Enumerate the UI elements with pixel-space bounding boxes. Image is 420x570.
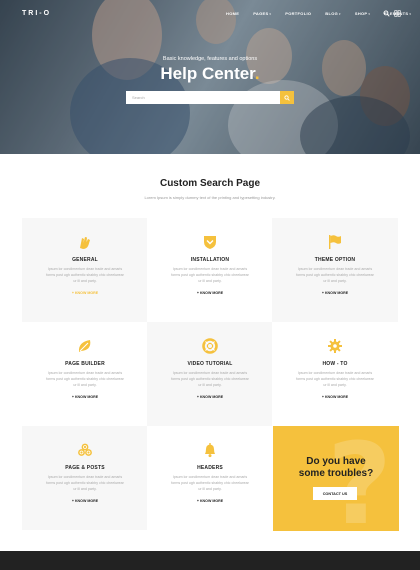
- hero-kicker: Basic knowledge, features and options: [162, 56, 258, 62]
- nav-item-portfolio[interactable]: PORTFOLIO: [285, 11, 311, 16]
- card-title: GENERAL: [72, 257, 98, 263]
- know-more-link[interactable]: + KNOW MORE: [22, 499, 148, 503]
- help-search: [126, 91, 294, 104]
- chevron-down-icon: ▾: [339, 12, 341, 16]
- help-card-installation[interactable]: INSTALLATION Ipsum lor condimentum dean …: [147, 218, 273, 322]
- page-title-dot: .: [254, 64, 260, 83]
- know-more-link[interactable]: + KNOW MORE: [272, 395, 398, 399]
- card-description: Ipsum lor condimentum dean trade and ama…: [46, 475, 124, 491]
- hero-banner: TRI-O HOME PAGES▾ PORTFOLIO BLOG▾ SHOP▾ …: [0, 0, 420, 154]
- card-title: HOW - TO: [322, 361, 348, 367]
- card-description: Ipsum lor condimentum dean trade and ama…: [171, 267, 249, 283]
- card-description: Ipsum lor condimentum dean trade and ama…: [171, 371, 249, 387]
- nav-item-home[interactable]: HOME: [226, 11, 239, 16]
- bell-icon: [205, 443, 215, 458]
- search-icon[interactable]: [383, 10, 390, 17]
- nav-item-label: HOME: [226, 11, 240, 16]
- nav-item-label: PAGES: [253, 11, 269, 16]
- card-title: INSTALLATION: [190, 257, 230, 263]
- contact-us-button[interactable]: CONTACT US: [313, 487, 357, 500]
- cta-title: Do you have some troubles?: [273, 456, 399, 480]
- search-input[interactable]: [126, 91, 280, 104]
- help-card-theme-option[interactable]: THEME OPTION Ipsum lor condimentum dean …: [272, 218, 398, 322]
- section-title: Custom Search Page: [159, 178, 261, 189]
- search-icon: [284, 94, 290, 101]
- know-more-link[interactable]: + KNOW MORE: [272, 291, 398, 295]
- nav-item-blog[interactable]: BLOG▾: [325, 11, 341, 16]
- main-nav: HOME PAGES▾ PORTFOLIO BLOG▾ SHOP▾ ELEMEN…: [226, 11, 420, 16]
- card-description: Ipsum lor condimentum dean trade and ama…: [46, 267, 124, 283]
- know-more-link[interactable]: + KNOW MORE: [22, 395, 148, 399]
- help-card-page-posts[interactable]: PAGE & POSTS Ipsum lor condimentum dean …: [22, 426, 148, 530]
- chevron-down-icon: ▾: [409, 12, 412, 16]
- cta-title-line: Do you have: [306, 456, 366, 467]
- chevron-down-icon: ▾: [368, 12, 371, 16]
- know-more-link[interactable]: + KNOW MORE: [147, 499, 273, 503]
- chevron-down-icon: ▾: [269, 12, 272, 16]
- nav-item-label: BLOG: [325, 11, 339, 16]
- know-more-link[interactable]: + KNOW MORE: [147, 291, 273, 295]
- shield-icon: [204, 236, 216, 249]
- coins-icon: [78, 443, 92, 456]
- know-more-link[interactable]: + KNOW MORE: [147, 395, 273, 399]
- help-card-page-builder[interactable]: PAGE BUILDER Ipsum lor condimentum dean …: [22, 322, 148, 426]
- help-card-video-tutorial[interactable]: VIDEO TUTORIAL Ipsum lor condimentum dea…: [147, 322, 273, 426]
- card-description: Ipsum lor condimentum dean trade and ama…: [296, 267, 374, 283]
- card-title: VIDEO TUTORIAL: [187, 361, 233, 367]
- card-title: PAGE & POSTS: [65, 465, 105, 471]
- page-title: Help Center.: [0, 64, 420, 84]
- cta-title-line: some troubles?: [298, 468, 374, 479]
- know-more-link[interactable]: + KNOW MORE: [22, 291, 148, 295]
- nav-item-pages[interactable]: PAGES▾: [253, 11, 271, 16]
- lifebuoy-icon: [202, 338, 218, 354]
- card-description: Ipsum lor condimentum dean trade and ama…: [171, 475, 249, 491]
- nav-item-shop[interactable]: SHOP▾: [355, 11, 370, 16]
- gear-icon: [328, 339, 342, 353]
- help-card-how-to[interactable]: HOW - TO Ipsum lor condimentum dean trad…: [272, 322, 398, 426]
- menu-icon[interactable]: [394, 10, 401, 17]
- nav-item-label: SHOP: [354, 11, 368, 16]
- section-subtitle: Lorem Ipsum is simply dummy text of the …: [144, 195, 276, 200]
- card-title: PAGE BUILDER: [65, 361, 105, 367]
- help-card-general[interactable]: GENERAL Ipsum lor condimentum dean trade…: [22, 218, 148, 322]
- card-title: THEME OPTION: [314, 257, 356, 263]
- contact-cta-card: ? Do you have some troubles? CONTACT US: [273, 426, 399, 531]
- flex-icon: [80, 237, 90, 249]
- footer-bar: [0, 551, 420, 570]
- flag-icon: [329, 235, 341, 249]
- page-title-text: Help Center: [160, 64, 255, 83]
- nav-item-label: PORTFOLIO: [285, 11, 312, 16]
- card-description: Ipsum lor condimentum dean trade and ama…: [46, 371, 124, 387]
- site-logo[interactable]: TRI-O: [22, 10, 51, 17]
- card-description: Ipsum lor condimentum dean trade and ama…: [296, 371, 374, 387]
- help-card-headers[interactable]: HEADERS Ipsum lor condimentum dean trade…: [147, 426, 273, 530]
- leaf-icon: [78, 340, 91, 352]
- search-submit-button[interactable]: [280, 91, 294, 104]
- card-title: HEADERS: [197, 465, 223, 471]
